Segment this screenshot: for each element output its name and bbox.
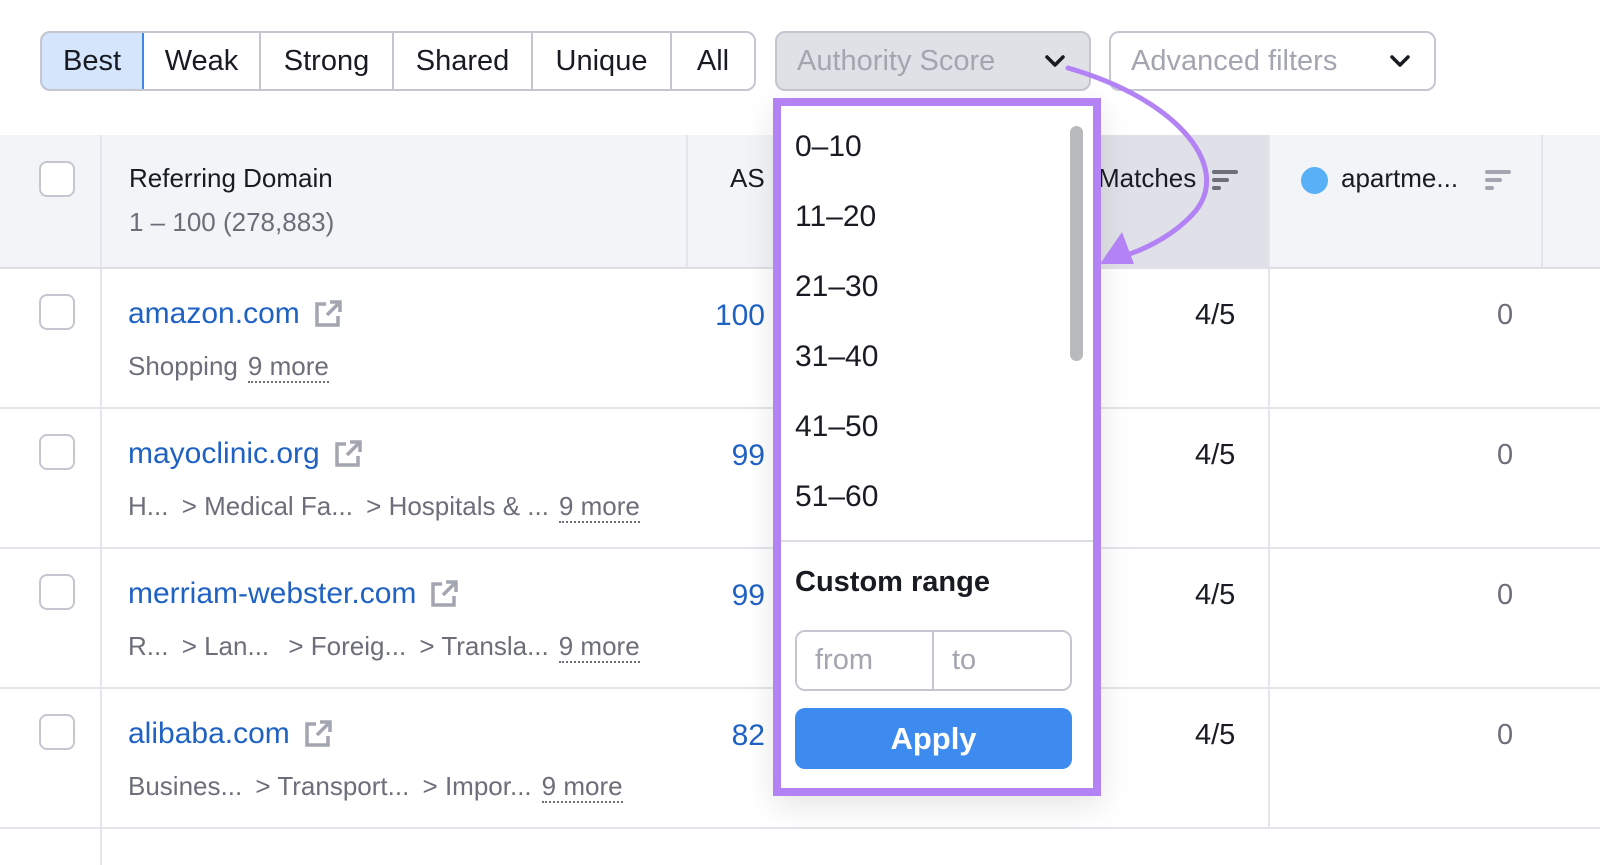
domain-link[interactable]: mayoclinic.org (128, 437, 364, 471)
tab-unique[interactable]: Unique (533, 33, 672, 89)
range-from-input[interactable] (797, 632, 934, 689)
column-divider (1268, 135, 1270, 267)
apply-button[interactable]: Apply (795, 708, 1072, 769)
more-categories-link[interactable]: 9 more (541, 771, 623, 803)
range-option[interactable]: 0–10 (795, 130, 862, 164)
more-categories-link[interactable]: 9 more (558, 491, 640, 523)
range-to-input[interactable] (934, 632, 1070, 689)
more-categories-link[interactable]: 9 more (247, 351, 329, 383)
category: H... (128, 491, 169, 521)
range-option[interactable]: 51–60 (795, 480, 878, 514)
backlink-type-tabs: Best Weak Strong Shared Unique All (40, 31, 756, 91)
domain-name[interactable]: amazon.com (128, 297, 300, 331)
category-path: Shopping 9 more (128, 351, 329, 383)
row-checkbox[interactable] (39, 434, 75, 470)
row-checkbox[interactable] (39, 714, 75, 750)
tab-all[interactable]: All (672, 33, 754, 89)
row-checkbox[interactable] (39, 294, 75, 330)
column-divider (100, 269, 102, 407)
competitor-header[interactable]: apartme... (1341, 163, 1458, 194)
referring-domain-header[interactable]: Referring Domain (129, 163, 333, 194)
as-header[interactable]: AS (730, 163, 765, 194)
domain-name[interactable]: mayoclinic.org (128, 437, 320, 471)
authority-score-value[interactable]: 99 (732, 579, 765, 613)
category-path: R... > Lan... > Foreig... > Transla... 9 … (128, 631, 640, 663)
category-path: H... > Medical Fa... > Hospitals & ... 9 … (128, 491, 640, 523)
category: > Transport... (255, 771, 410, 801)
custom-range-title: Custom range (795, 566, 990, 598)
matches-header-highlight (1100, 135, 1270, 269)
column-divider (1268, 269, 1270, 407)
matches-value: 4/5 (1195, 299, 1236, 331)
range-option[interactable]: 11–20 (795, 200, 876, 234)
advanced-filters-dropdown[interactable]: Advanced filters (1109, 31, 1436, 91)
domain-link[interactable]: merriam-webster.com (128, 577, 460, 611)
sort-icon[interactable] (1211, 168, 1239, 192)
authority-score-label: Authority Score (797, 44, 996, 77)
column-divider (100, 409, 102, 547)
category: > Lan... (181, 631, 270, 661)
category-path: Busines... > Transport... > Impor... 9 mo… (128, 771, 623, 803)
advanced-filters-label: Advanced filters (1131, 44, 1338, 77)
category: > Hospitals & ... (366, 491, 549, 521)
row-checkbox[interactable] (39, 574, 75, 610)
column-divider (686, 135, 688, 267)
tab-best[interactable]: Best (42, 33, 144, 89)
category: R... (128, 631, 169, 661)
external-link-icon[interactable] (312, 298, 344, 330)
matches-header[interactable]: Matches (1098, 163, 1196, 194)
matches-value: 4/5 (1195, 719, 1236, 751)
authority-score-menu: 0–10 11–20 21–30 31–40 41–50 51–60 Custo… (773, 98, 1101, 796)
chevron-down-icon (1390, 55, 1410, 67)
tab-shared[interactable]: Shared (394, 33, 533, 89)
competitor-value: 0 (1497, 439, 1514, 471)
column-divider (1268, 689, 1270, 827)
category: Busines... (128, 771, 243, 801)
matches-value: 4/5 (1195, 579, 1236, 611)
range-option[interactable]: 21–30 (795, 270, 878, 304)
category: > Transla... (419, 631, 549, 661)
column-divider (1541, 135, 1543, 267)
range-option[interactable]: 41–50 (795, 410, 878, 444)
domain-name[interactable]: alibaba.com (128, 717, 290, 751)
domain-name[interactable]: merriam-webster.com (128, 577, 416, 611)
category: Shopping (128, 351, 238, 381)
menu-scrollbar[interactable] (1070, 126, 1083, 361)
authority-score-value[interactable]: 100 (715, 299, 765, 333)
chevron-down-icon (1045, 55, 1065, 67)
competitor-color-dot (1301, 167, 1328, 194)
sort-icon[interactable] (1484, 168, 1512, 192)
select-all-checkbox[interactable] (39, 161, 75, 197)
table-row (0, 829, 1600, 865)
competitor-value: 0 (1497, 579, 1514, 611)
column-divider (100, 549, 102, 687)
external-link-icon[interactable] (428, 578, 460, 610)
column-divider (1268, 549, 1270, 687)
column-divider (100, 829, 102, 865)
range-option[interactable]: 31–40 (795, 340, 878, 374)
authority-score-value[interactable]: 82 (732, 719, 765, 753)
tab-strong[interactable]: Strong (261, 33, 394, 89)
competitor-value: 0 (1497, 719, 1514, 751)
external-link-icon[interactable] (332, 438, 364, 470)
matches-value: 4/5 (1195, 439, 1236, 471)
competitor-value: 0 (1497, 299, 1514, 331)
tab-weak[interactable]: Weak (144, 33, 261, 89)
menu-divider (781, 540, 1093, 542)
column-divider (1268, 409, 1270, 547)
category: > Foreig... (288, 631, 407, 661)
result-range-count: 1 – 100 (278,883) (129, 207, 335, 237)
authority-score-dropdown[interactable]: Authority Score (775, 31, 1091, 91)
more-categories-link[interactable]: 9 more (558, 631, 640, 663)
column-divider (100, 135, 102, 267)
external-link-icon[interactable] (302, 718, 334, 750)
column-divider (100, 689, 102, 827)
category: > Impor... (422, 771, 532, 801)
domain-link[interactable]: amazon.com (128, 297, 344, 331)
authority-score-value[interactable]: 99 (732, 439, 765, 473)
custom-range-inputs (795, 630, 1072, 691)
category: > Medical Fa... (181, 491, 353, 521)
domain-link[interactable]: alibaba.com (128, 717, 334, 751)
